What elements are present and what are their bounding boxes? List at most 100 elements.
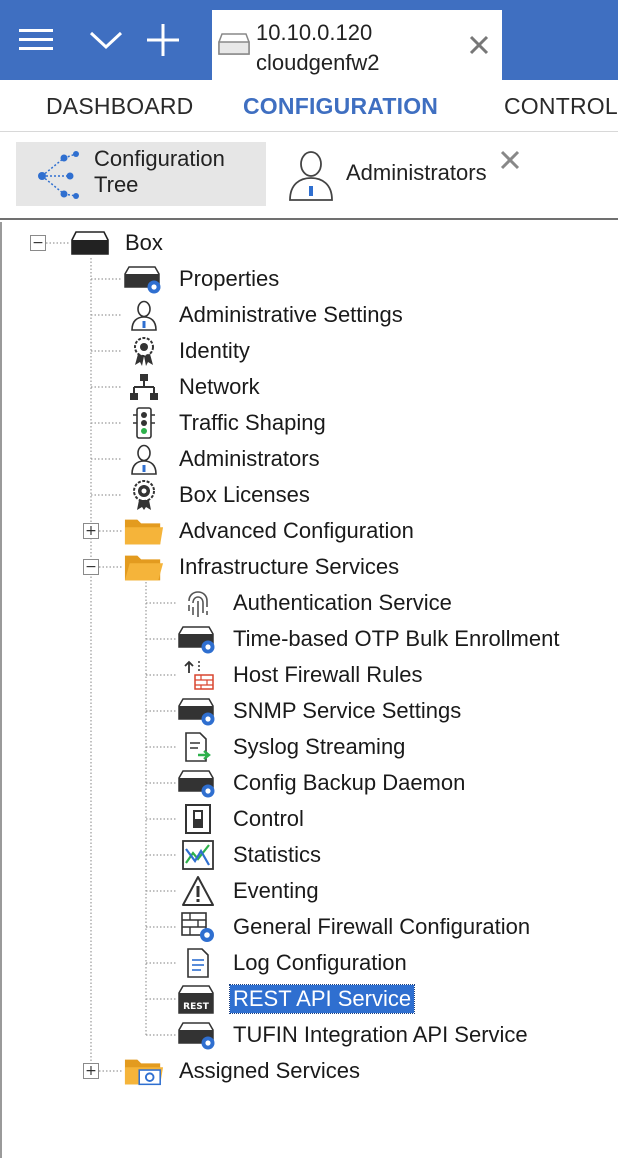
- tree-node-label: General Firewall Configuration: [233, 914, 531, 939]
- close-icon[interactable]: [498, 148, 524, 174]
- switch-icon: [178, 802, 218, 836]
- warning-icon: [178, 874, 218, 908]
- tree-node-label: Advanced Configuration: [179, 518, 414, 543]
- tree-node-config-backup-daemon[interactable]: Config Backup Daemon: [178, 766, 468, 800]
- certificate-icon: [124, 478, 164, 512]
- server-gear-icon: [178, 1018, 218, 1052]
- server-gear-icon: [124, 262, 164, 296]
- tree-node-label: SNMP Service Settings: [233, 698, 462, 723]
- tree-node-label: Authentication Service: [233, 590, 452, 615]
- document-arrow-icon: [178, 730, 218, 764]
- server-gear-icon: [178, 694, 218, 728]
- tree-node-log-configuration[interactable]: Log Configuration: [178, 946, 410, 980]
- tree-node-time-based-otp-bulk-enrollment[interactable]: Time-based OTP Bulk Enrollment: [178, 622, 562, 656]
- user-icon: [286, 148, 336, 207]
- server-icon: [70, 226, 110, 260]
- server-icon: [218, 30, 250, 61]
- tree-node-properties[interactable]: Properties: [124, 262, 282, 296]
- hamburger-icon[interactable]: [0, 0, 72, 80]
- rest-api-icon: REST: [178, 982, 218, 1016]
- tree-network-icon: [34, 150, 84, 205]
- configuration-tree-label-line2: Tree: [94, 172, 139, 197]
- tree-node-label: Host Firewall Rules: [233, 662, 423, 687]
- title-bar: 10.10.0.120 cloudgenfw2: [0, 0, 618, 82]
- tree-node-control[interactable]: Control: [178, 802, 307, 836]
- tab-dashboard[interactable]: DASHBOARD: [46, 93, 194, 120]
- tree-node-advanced-configuration[interactable]: Advanced Configuration: [124, 514, 417, 548]
- tree-node-label: Time-based OTP Bulk Enrollment: [233, 626, 560, 651]
- tree-node-label: Syslog Streaming: [233, 734, 406, 759]
- tree-node-label: Control: [233, 806, 304, 831]
- user-icon: [124, 442, 164, 476]
- tree-node-label: Config Backup Daemon: [233, 770, 466, 795]
- tree-node-label: Network: [179, 374, 260, 399]
- tree-node-eventing[interactable]: Eventing: [178, 874, 322, 908]
- tree-node-assigned-services[interactable]: Assigned Services: [124, 1054, 363, 1088]
- tree-node-tufin-integration-api-service[interactable]: TUFIN Integration API Service: [178, 1018, 531, 1052]
- session-tab[interactable]: 10.10.0.120 cloudgenfw2: [212, 10, 502, 82]
- tree-node-label: Eventing: [233, 878, 319, 903]
- tree-node-syslog-streaming[interactable]: Syslog Streaming: [178, 730, 408, 764]
- tree-node-label: Log Configuration: [233, 950, 407, 975]
- administrators-tab-label: Administrators: [346, 160, 487, 185]
- badge-icon: [124, 334, 164, 368]
- tree-node-label: REST API Service: [228, 984, 416, 1014]
- tree-node-infrastructure-services[interactable]: Infrastructure Services: [124, 550, 402, 584]
- firewall-gear-icon: [178, 910, 218, 944]
- folder-icon: [124, 514, 164, 548]
- traffic-light-icon: [124, 406, 164, 440]
- tree-node-snmp-service-settings[interactable]: SNMP Service Settings: [178, 694, 464, 728]
- tree-node-label: Administrative Settings: [179, 302, 403, 327]
- folder-icon: [124, 550, 164, 584]
- tree-node-statistics[interactable]: Statistics: [178, 838, 324, 872]
- server-gear-icon: [178, 766, 218, 800]
- fingerprint-icon: [178, 586, 218, 620]
- tree-node-rest-api-service[interactable]: REST REST API Service: [178, 982, 416, 1016]
- tree-node-label: TUFIN Integration API Service: [233, 1022, 528, 1047]
- tree-node-label: Properties: [179, 266, 280, 291]
- tree-node-identity[interactable]: Identity: [124, 334, 253, 368]
- tree-node-host-firewall-rules[interactable]: Host Firewall Rules: [178, 658, 426, 692]
- close-icon[interactable]: [466, 32, 492, 58]
- tree-node-box[interactable]: Box: [70, 226, 166, 260]
- folder-gear-icon: [124, 1054, 164, 1088]
- network-icon: [124, 370, 164, 404]
- tree-node-label: Statistics: [233, 842, 322, 867]
- tree-node-network[interactable]: Network: [124, 370, 263, 404]
- tree-node-label: Box Licenses: [179, 482, 310, 507]
- tab-configuration-tree[interactable]: Configuration Tree: [16, 142, 266, 206]
- svg-text:REST: REST: [183, 1002, 210, 1012]
- tab-configuration[interactable]: CONFIGURATION: [243, 93, 438, 120]
- plus-icon[interactable]: [138, 0, 188, 80]
- tab-control[interactable]: CONTROL: [504, 93, 618, 120]
- tree-node-label: Traffic Shaping: [179, 410, 326, 435]
- sub-tab-bar: Configuration Tree Administrators: [0, 132, 618, 220]
- expand-advanced-configuration-expander[interactable]: +: [83, 523, 99, 539]
- expand-assigned-services-expander[interactable]: +: [83, 1063, 99, 1079]
- document-icon: [178, 946, 218, 980]
- tree-node-administrators[interactable]: Administrators: [124, 442, 323, 476]
- collapse-infrastructure-services-expander[interactable]: −: [83, 559, 99, 575]
- collapse-box-expander[interactable]: −: [30, 235, 46, 251]
- tab-hostname: cloudgenfw2: [256, 50, 380, 75]
- tree-node-traffic-shaping[interactable]: Traffic Shaping: [124, 406, 329, 440]
- configuration-tree-label-line1: Configuration: [94, 146, 225, 171]
- tree-node-label: Identity: [179, 338, 250, 363]
- tab-ip-address: 10.10.0.120: [256, 20, 373, 45]
- tree-node-box-licenses[interactable]: Box Licenses: [124, 478, 313, 512]
- chevron-down-icon[interactable]: [82, 0, 130, 80]
- tree-node-label: Assigned Services: [179, 1058, 360, 1083]
- server-gear-icon: [178, 622, 218, 656]
- tree-node-general-firewall-configuration[interactable]: General Firewall Configuration: [178, 910, 533, 944]
- tree-node-label: Box: [125, 230, 163, 255]
- tree-node-authentication-service[interactable]: Authentication Service: [178, 586, 455, 620]
- tree-node-label: Administrators: [179, 446, 320, 471]
- statistics-icon: [178, 838, 218, 872]
- firewall-icon: [178, 658, 218, 692]
- tab-administrators[interactable]: Administrators: [280, 142, 530, 206]
- configuration-tree: − + − + Box Properties Administrative Se…: [0, 222, 618, 1158]
- main-nav: DASHBOARD CONFIGURATION CONTROL: [0, 80, 618, 132]
- tree-node-administrative-settings[interactable]: Administrative Settings: [124, 298, 406, 332]
- tree-node-label: Infrastructure Services: [179, 554, 400, 579]
- user-icon: [124, 298, 164, 332]
